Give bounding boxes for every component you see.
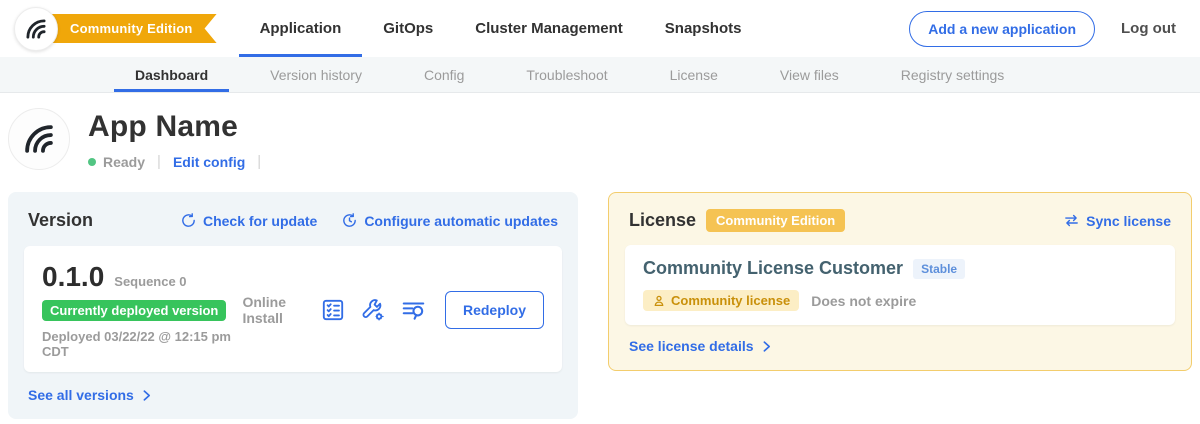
check-for-update-link[interactable]: Check for update <box>180 212 317 229</box>
logout-button[interactable]: Log out <box>1121 20 1176 37</box>
install-type-label: Online Install <box>242 294 302 326</box>
deployed-timestamp: Deployed 03/22/22 @ 12:15 pm CDT <box>42 329 242 359</box>
status-dot <box>88 158 96 166</box>
tab-config[interactable]: Config <box>393 57 495 92</box>
app-sub-nav: Dashboard Version history Config Trouble… <box>0 57 1200 93</box>
see-all-versions-link[interactable]: See all versions <box>24 387 562 403</box>
page-title: App Name <box>88 110 273 144</box>
brand-logo-circle <box>14 7 58 51</box>
config-wrench-icon[interactable] <box>360 297 386 323</box>
divider: | <box>157 153 161 170</box>
chevron-right-icon <box>140 389 153 402</box>
version-actions: Online Install <box>242 291 544 329</box>
tab-registry-settings[interactable]: Registry settings <box>870 57 1035 92</box>
configure-automatic-updates-link[interactable]: Configure automatic updates <box>341 212 558 229</box>
nav-item-cluster-management[interactable]: Cluster Management <box>454 0 644 57</box>
edit-config-link[interactable]: Edit config <box>173 154 245 170</box>
nav-item-application[interactable]: Application <box>239 0 363 57</box>
top-nav-links: Application GitOps Cluster Management Sn… <box>239 0 763 57</box>
current-version-panel: 0.1.0 Sequence 0 Currently deployed vers… <box>24 246 562 372</box>
tab-troubleshoot[interactable]: Troubleshoot <box>495 57 638 92</box>
version-card-title: Version <box>28 210 93 231</box>
view-logs-icon[interactable] <box>400 297 427 323</box>
expiry-text: Does not expire <box>811 293 916 309</box>
app-logo-icon <box>20 120 58 158</box>
status-badge: Ready <box>103 154 145 170</box>
customer-name: Community License Customer <box>643 258 903 279</box>
tab-version-history[interactable]: Version history <box>239 57 393 92</box>
person-icon <box>652 294 666 308</box>
license-card-title: License <box>629 210 696 231</box>
dashboard-cards-row: Version Check for update <box>0 192 1200 419</box>
chevron-right-icon <box>760 340 773 353</box>
version-number: 0.1.0 <box>42 261 104 293</box>
sync-arrows-icon <box>1063 212 1080 229</box>
license-card: License Community Edition Sync license C… <box>608 192 1192 371</box>
preflight-checklist-icon[interactable] <box>320 297 346 323</box>
replicated-logo-icon <box>23 16 49 42</box>
brand-logo-block: Community Edition <box>14 7 217 51</box>
license-details-panel: Community License Customer Stable Commun… <box>625 245 1175 325</box>
redeploy-button[interactable]: Redeploy <box>445 291 544 329</box>
nav-item-gitops[interactable]: GitOps <box>362 0 454 57</box>
app-header: App Name Ready | Edit config | <box>0 93 1200 170</box>
version-info-column: 0.1.0 Sequence 0 Currently deployed vers… <box>42 261 242 359</box>
tab-view-files[interactable]: View files <box>749 57 870 92</box>
see-license-details-link[interactable]: See license details <box>625 338 1175 354</box>
add-new-application-button[interactable]: Add a new application <box>909 11 1095 47</box>
community-edition-ribbon: Community Edition <box>38 14 217 43</box>
sync-license-link[interactable]: Sync license <box>1063 212 1171 229</box>
channel-badge: Stable <box>913 259 965 279</box>
version-card: Version Check for update <box>8 192 578 419</box>
refresh-icon <box>180 212 197 229</box>
nav-item-snapshots[interactable]: Snapshots <box>644 0 763 57</box>
edition-badge: Community Edition <box>706 209 845 232</box>
top-nav-bar: Community Edition Application GitOps Clu… <box>0 0 1200 57</box>
divider: | <box>257 153 261 170</box>
currently-deployed-badge: Currently deployed version <box>42 300 226 321</box>
app-avatar <box>8 108 70 170</box>
tab-dashboard[interactable]: Dashboard <box>104 57 239 92</box>
app-status-row: Ready | Edit config | <box>88 153 273 170</box>
license-type-badge: Community license <box>643 290 799 311</box>
auto-update-clock-icon <box>341 212 358 229</box>
tab-license[interactable]: License <box>639 57 749 92</box>
sequence-label: Sequence 0 <box>114 274 186 289</box>
